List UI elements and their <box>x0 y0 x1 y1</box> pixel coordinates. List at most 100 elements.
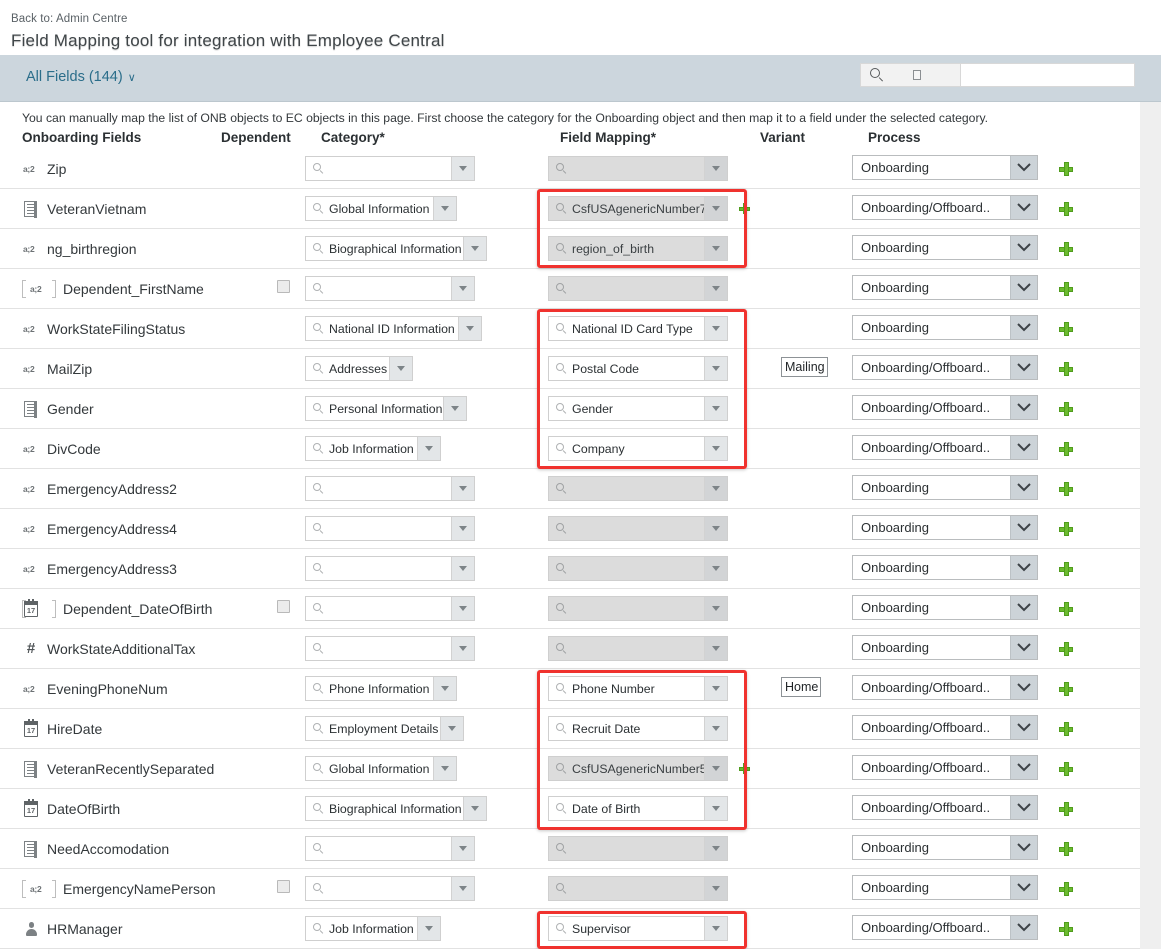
process-dropdown-arrow[interactable] <box>1010 436 1037 459</box>
category-dropdown-arrow[interactable] <box>451 477 474 500</box>
dependent-checkbox[interactable] <box>277 600 290 613</box>
category-combobox[interactable]: Global Information <box>305 756 457 781</box>
add-mapping-icon[interactable] <box>739 763 750 774</box>
category-dropdown-arrow[interactable] <box>433 757 456 780</box>
process-select[interactable]: Onboarding <box>852 475 1038 500</box>
category-dropdown-arrow[interactable] <box>417 437 440 460</box>
variant-value[interactable]: Home <box>781 677 822 697</box>
category-combobox[interactable]: Global Information <box>305 196 457 221</box>
process-dropdown-arrow[interactable] <box>1010 556 1037 579</box>
add-row-button[interactable] <box>1059 882 1073 896</box>
field-mapping-dropdown-arrow[interactable] <box>704 197 727 220</box>
search-addon[interactable] <box>860 63 960 87</box>
field-mapping-combobox[interactable] <box>548 476 728 501</box>
process-select[interactable]: Onboarding/Offboard.. <box>852 715 1038 740</box>
process-select[interactable]: Onboarding <box>852 555 1038 580</box>
process-dropdown-arrow[interactable] <box>1010 676 1037 699</box>
category-combobox[interactable]: National ID Information <box>305 316 482 341</box>
category-dropdown-arrow[interactable] <box>451 517 474 540</box>
field-mapping-dropdown-arrow[interactable] <box>704 557 727 580</box>
field-mapping-dropdown-arrow[interactable] <box>704 677 727 700</box>
process-select[interactable]: Onboarding <box>852 875 1038 900</box>
process-select[interactable]: Onboarding <box>852 275 1038 300</box>
process-select[interactable]: Onboarding/Offboard.. <box>852 355 1038 380</box>
category-combobox[interactable] <box>305 516 475 541</box>
add-row-button[interactable] <box>1059 802 1073 816</box>
process-dropdown-arrow[interactable] <box>1010 196 1037 219</box>
field-mapping-dropdown-arrow[interactable] <box>704 237 727 260</box>
process-dropdown-arrow[interactable] <box>1010 156 1037 179</box>
field-mapping-combobox[interactable]: Recruit Date <box>548 716 728 741</box>
field-mapping-combobox[interactable]: CsfUSAgenericNumber5 <box>548 756 728 781</box>
category-combobox[interactable]: Biographical Information <box>305 236 487 261</box>
process-dropdown-arrow[interactable] <box>1010 876 1037 899</box>
process-select[interactable]: Onboarding/Offboard.. <box>852 795 1038 820</box>
process-dropdown-arrow[interactable] <box>1010 236 1037 259</box>
process-dropdown-arrow[interactable] <box>1010 756 1037 779</box>
category-combobox[interactable]: Phone Information <box>305 676 457 701</box>
add-row-button[interactable] <box>1059 162 1073 176</box>
add-row-button[interactable] <box>1059 762 1073 776</box>
add-row-button[interactable] <box>1059 482 1073 496</box>
process-select[interactable]: Onboarding <box>852 235 1038 260</box>
category-dropdown-arrow[interactable] <box>440 717 463 740</box>
category-dropdown-arrow[interactable] <box>451 597 474 620</box>
category-combobox[interactable]: Employment Details <box>305 716 464 741</box>
field-mapping-dropdown-arrow[interactable] <box>704 517 727 540</box>
process-dropdown-arrow[interactable] <box>1010 796 1037 819</box>
field-mapping-combobox[interactable]: CsfUSAgenericNumber7 <box>548 196 728 221</box>
process-dropdown-arrow[interactable] <box>1010 396 1037 419</box>
process-select[interactable]: Onboarding/Offboard.. <box>852 915 1038 940</box>
field-mapping-combobox[interactable]: National ID Card Type <box>548 316 728 341</box>
add-row-button[interactable] <box>1059 522 1073 536</box>
category-dropdown-arrow[interactable] <box>433 197 456 220</box>
category-combobox[interactable]: Job Information <box>305 916 441 941</box>
add-row-button[interactable] <box>1059 242 1073 256</box>
field-mapping-combobox[interactable] <box>548 836 728 861</box>
category-combobox[interactable] <box>305 876 475 901</box>
process-select[interactable]: Onboarding/Offboard.. <box>852 755 1038 780</box>
field-mapping-dropdown-arrow[interactable] <box>704 837 727 860</box>
field-mapping-combobox[interactable]: Gender <box>548 396 728 421</box>
field-mapping-combobox[interactable] <box>548 556 728 581</box>
category-combobox[interactable] <box>305 476 475 501</box>
process-select[interactable]: Onboarding/Offboard.. <box>852 435 1038 460</box>
field-mapping-combobox[interactable]: Company <box>548 436 728 461</box>
search-box[interactable] <box>860 63 1135 87</box>
process-dropdown-arrow[interactable] <box>1010 316 1037 339</box>
add-row-button[interactable] <box>1059 442 1073 456</box>
add-row-button[interactable] <box>1059 722 1073 736</box>
process-dropdown-arrow[interactable] <box>1010 356 1037 379</box>
process-dropdown-arrow[interactable] <box>1010 596 1037 619</box>
field-mapping-dropdown-arrow[interactable] <box>704 437 727 460</box>
category-dropdown-arrow[interactable] <box>463 797 486 820</box>
add-row-button[interactable] <box>1059 842 1073 856</box>
field-mapping-combobox[interactable]: Postal Code <box>548 356 728 381</box>
process-dropdown-arrow[interactable] <box>1010 276 1037 299</box>
add-row-button[interactable] <box>1059 362 1073 376</box>
field-mapping-combobox[interactable] <box>548 596 728 621</box>
category-dropdown-arrow[interactable] <box>417 917 440 940</box>
process-select[interactable]: Onboarding <box>852 835 1038 860</box>
field-mapping-combobox[interactable]: Date of Birth <box>548 796 728 821</box>
field-mapping-combobox[interactable] <box>548 516 728 541</box>
field-mapping-combobox[interactable] <box>548 276 728 301</box>
category-dropdown-arrow[interactable] <box>389 357 412 380</box>
add-row-button[interactable] <box>1059 922 1073 936</box>
breadcrumb[interactable]: Back to: Admin Centre <box>11 13 128 25</box>
variant-value[interactable]: Mailing <box>781 357 828 377</box>
field-mapping-combobox[interactable]: Phone Number <box>548 676 728 701</box>
all-fields-filter[interactable]: All Fields (144) ∨ <box>26 69 136 85</box>
process-select[interactable]: Onboarding <box>852 635 1038 660</box>
category-dropdown-arrow[interactable] <box>433 677 456 700</box>
field-mapping-combobox[interactable]: Supervisor <box>548 916 728 941</box>
add-row-button[interactable] <box>1059 642 1073 656</box>
process-dropdown-arrow[interactable] <box>1010 476 1037 499</box>
category-combobox[interactable] <box>305 156 475 181</box>
category-combobox[interactable] <box>305 836 475 861</box>
add-row-button[interactable] <box>1059 282 1073 296</box>
field-mapping-dropdown-arrow[interactable] <box>704 637 727 660</box>
category-combobox[interactable] <box>305 276 475 301</box>
category-dropdown-arrow[interactable] <box>451 277 474 300</box>
field-mapping-dropdown-arrow[interactable] <box>704 717 727 740</box>
